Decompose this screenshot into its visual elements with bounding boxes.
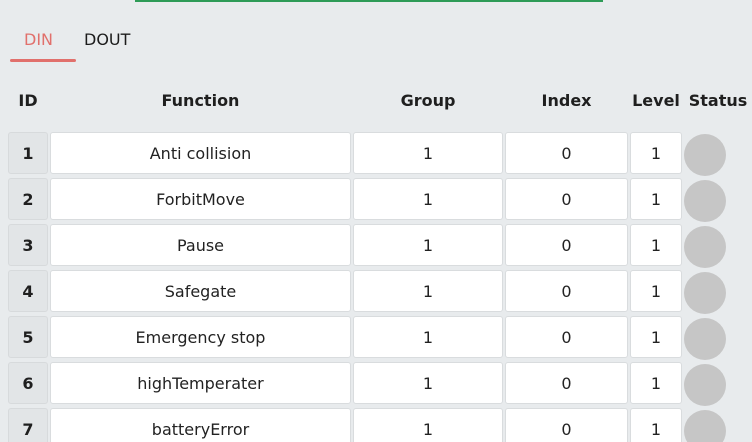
header-status: Status bbox=[684, 70, 752, 130]
io-panel: DIN DOUT ID Function Group Index Level S… bbox=[0, 0, 752, 442]
row-level[interactable]: 1 bbox=[630, 270, 682, 312]
io-tabs: DIN DOUT bbox=[0, 24, 752, 64]
row-level[interactable]: 1 bbox=[630, 316, 682, 358]
row-id: 5 bbox=[8, 316, 48, 358]
row-group[interactable]: 1 bbox=[353, 224, 503, 266]
tab-dout[interactable]: DOUT bbox=[84, 30, 130, 50]
row-index[interactable]: 0 bbox=[505, 224, 628, 266]
status-indicator bbox=[684, 226, 726, 268]
status-indicator bbox=[684, 364, 726, 406]
row-function[interactable]: highTemperater bbox=[50, 362, 351, 404]
row-id: 6 bbox=[8, 362, 48, 404]
table-row: 7 batteryError 1 0 1 bbox=[0, 408, 752, 442]
status-indicator bbox=[684, 180, 726, 222]
table-row: 1 Anti collision 1 0 1 bbox=[0, 132, 752, 178]
row-group[interactable]: 1 bbox=[353, 362, 503, 404]
row-index[interactable]: 0 bbox=[505, 270, 628, 312]
row-group[interactable]: 1 bbox=[353, 132, 503, 174]
table-row: 5 Emergency stop 1 0 1 bbox=[0, 316, 752, 362]
table-row: 6 highTemperater 1 0 1 bbox=[0, 362, 752, 408]
row-function[interactable]: Pause bbox=[50, 224, 351, 266]
row-id: 4 bbox=[8, 270, 48, 312]
row-index[interactable]: 0 bbox=[505, 316, 628, 358]
status-indicator bbox=[684, 318, 726, 360]
row-id: 3 bbox=[8, 224, 48, 266]
row-index[interactable]: 0 bbox=[505, 178, 628, 220]
tab-din[interactable]: DIN bbox=[24, 30, 53, 50]
row-level[interactable]: 1 bbox=[630, 362, 682, 404]
top-accent-bar bbox=[135, 0, 603, 2]
top-strip bbox=[0, 0, 752, 12]
row-level[interactable]: 1 bbox=[630, 224, 682, 266]
row-group[interactable]: 1 bbox=[353, 178, 503, 220]
table-row: 4 Safegate 1 0 1 bbox=[0, 270, 752, 316]
active-tab-indicator bbox=[10, 59, 76, 62]
header-level: Level bbox=[630, 70, 682, 130]
row-function[interactable]: Safegate bbox=[50, 270, 351, 312]
row-level[interactable]: 1 bbox=[630, 132, 682, 174]
row-group[interactable]: 1 bbox=[353, 408, 503, 442]
row-id: 2 bbox=[8, 178, 48, 220]
row-level[interactable]: 1 bbox=[630, 408, 682, 442]
row-function[interactable]: ForbitMove bbox=[50, 178, 351, 220]
status-indicator bbox=[684, 410, 726, 442]
table-row: 3 Pause 1 0 1 bbox=[0, 224, 752, 270]
header-group: Group bbox=[353, 70, 503, 130]
status-indicator bbox=[684, 272, 726, 314]
row-level[interactable]: 1 bbox=[630, 178, 682, 220]
table-header-row: ID Function Group Index Level Status bbox=[0, 70, 752, 130]
status-indicator bbox=[684, 134, 726, 176]
row-id: 1 bbox=[8, 132, 48, 174]
row-function[interactable]: Emergency stop bbox=[50, 316, 351, 358]
row-function[interactable]: Anti collision bbox=[50, 132, 351, 174]
row-group[interactable]: 1 bbox=[353, 270, 503, 312]
header-index: Index bbox=[505, 70, 628, 130]
row-group[interactable]: 1 bbox=[353, 316, 503, 358]
row-index[interactable]: 0 bbox=[505, 132, 628, 174]
row-index[interactable]: 0 bbox=[505, 362, 628, 404]
row-index[interactable]: 0 bbox=[505, 408, 628, 442]
row-id: 7 bbox=[8, 408, 48, 442]
header-function: Function bbox=[50, 70, 351, 130]
row-function[interactable]: batteryError bbox=[50, 408, 351, 442]
table-row: 2 ForbitMove 1 0 1 bbox=[0, 178, 752, 224]
header-id: ID bbox=[8, 70, 48, 130]
